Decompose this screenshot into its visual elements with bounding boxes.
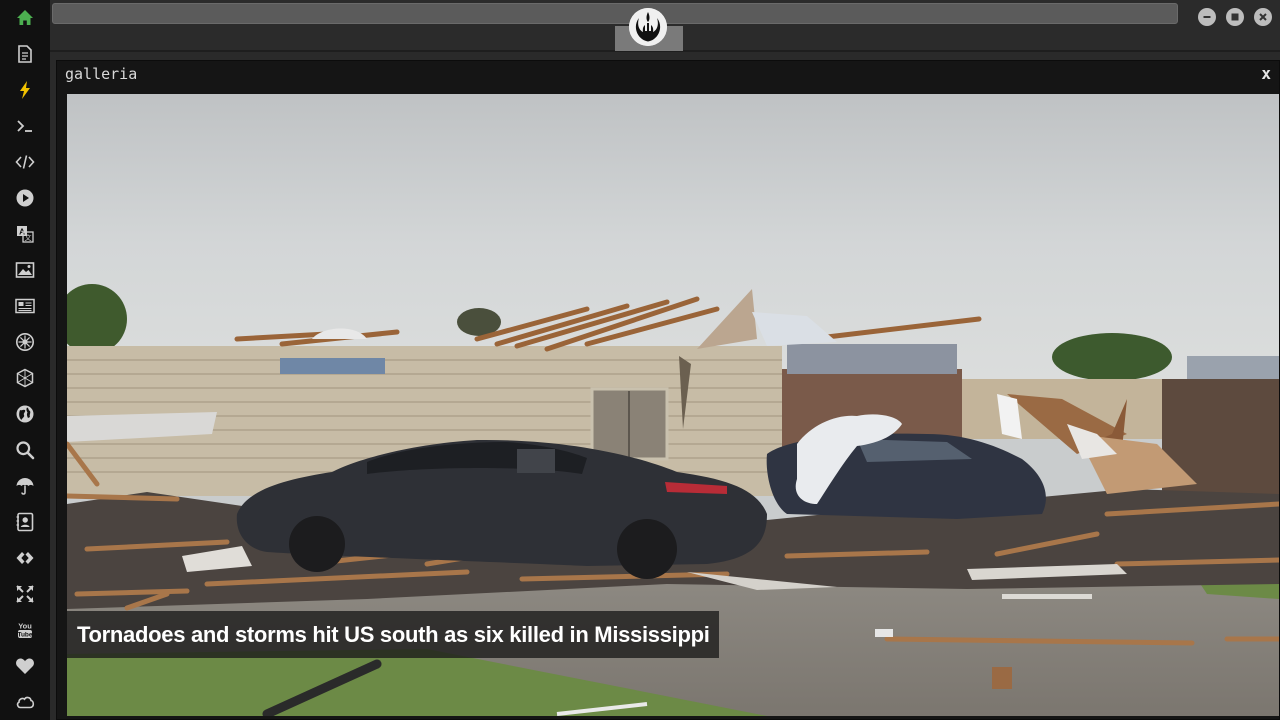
svg-text:Tube: Tube bbox=[17, 632, 32, 639]
minimize-button[interactable] bbox=[1198, 8, 1216, 26]
empire-icon[interactable] bbox=[13, 366, 37, 390]
document-icon[interactable] bbox=[13, 42, 37, 66]
top-bar bbox=[50, 0, 1280, 52]
rebel-icon[interactable] bbox=[13, 330, 37, 354]
umbrella-icon[interactable] bbox=[13, 474, 37, 498]
search-icon[interactable] bbox=[13, 438, 37, 462]
galleria-window: galleria x Tornadoes and storms hit US s… bbox=[56, 60, 1280, 720]
maximize-button[interactable] bbox=[1226, 8, 1244, 26]
youtube-icon[interactable]: You Tube bbox=[13, 618, 37, 642]
sidebar: A文 You Tube bbox=[0, 0, 50, 720]
code-icon[interactable] bbox=[13, 150, 37, 174]
window-title: galleria bbox=[65, 65, 138, 83]
api-icon[interactable] bbox=[13, 546, 37, 570]
lightning-icon[interactable] bbox=[13, 78, 37, 102]
translate-icon[interactable]: A文 bbox=[13, 222, 37, 246]
home-icon[interactable] bbox=[13, 6, 37, 30]
newspaper-icon[interactable] bbox=[13, 294, 37, 318]
window-close-button[interactable]: x bbox=[1261, 64, 1271, 83]
gallery-photo[interactable]: Tornadoes and storms hit US south as six… bbox=[67, 94, 1279, 716]
svg-text:You: You bbox=[18, 622, 32, 631]
photo-caption: Tornadoes and storms hit US south as six… bbox=[67, 611, 719, 658]
rebel-alliance-icon[interactable] bbox=[629, 8, 667, 46]
play-icon[interactable] bbox=[13, 186, 37, 210]
cloud-icon[interactable] bbox=[13, 690, 37, 714]
contact-icon[interactable] bbox=[13, 510, 37, 534]
expand-icon[interactable] bbox=[13, 582, 37, 606]
close-window-button[interactable] bbox=[1254, 8, 1272, 26]
terminal-icon[interactable] bbox=[13, 114, 37, 138]
address-bar[interactable] bbox=[52, 3, 1178, 24]
heart-icon[interactable] bbox=[13, 654, 37, 678]
globe-icon[interactable] bbox=[13, 402, 37, 426]
svg-text:文: 文 bbox=[25, 233, 32, 242]
image-icon[interactable] bbox=[13, 258, 37, 282]
